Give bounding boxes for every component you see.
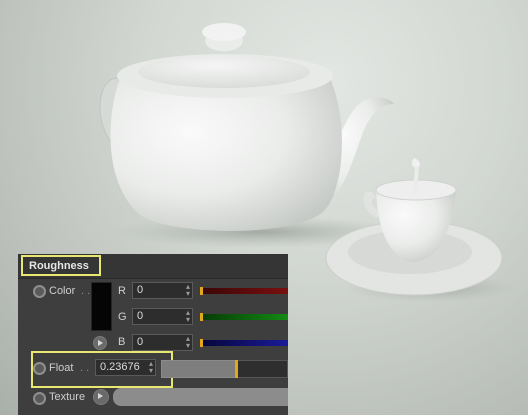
color-texture-play-icon[interactable] <box>93 336 107 350</box>
channel-r-label: R <box>118 285 126 297</box>
channel-b-value: 0 <box>137 336 144 348</box>
texture-play-icon[interactable] <box>93 389 109 405</box>
float-radio[interactable] <box>33 362 46 375</box>
teapot <box>99 23 394 231</box>
channel-b-slider-knob[interactable] <box>200 339 203 347</box>
channel-b-label: B <box>118 336 126 348</box>
texture-radio[interactable] <box>33 392 46 405</box>
channel-r-input[interactable]: 0 ▴ ▾ <box>132 282 193 299</box>
channel-r-slider-knob[interactable] <box>200 287 203 295</box>
spinner-icon[interactable]: ▴ ▾ <box>149 360 153 375</box>
spinner-icon[interactable]: ▴ ▾ <box>186 335 190 350</box>
channel-g-slider-knob[interactable] <box>200 313 203 321</box>
channel-g-slider[interactable] <box>200 314 288 320</box>
float-label: Float <box>49 362 74 374</box>
float-input[interactable]: 0.23676 ▴ ▾ <box>95 359 156 376</box>
spinner-icon[interactable]: ▴ ▾ <box>186 283 190 298</box>
texture-label: Texture <box>49 391 86 403</box>
channel-b-input[interactable]: 0 ▴ ▾ <box>132 334 193 351</box>
channel-b-slider[interactable] <box>200 340 288 346</box>
color-radio[interactable] <box>33 285 46 298</box>
color-swatch[interactable] <box>91 282 112 331</box>
spinner-icon[interactable]: ▴ ▾ <box>186 309 190 324</box>
float-slider-fill <box>161 360 237 378</box>
roughness-attribute-panel: Roughness Color . . R 0 ▴ ▾ G 0 ▴ ▾ B 0 ▴ ▾… <box>18 254 288 415</box>
channel-g-label: G <box>118 311 127 323</box>
texture-slot[interactable] <box>113 388 288 406</box>
channel-g-value: 0 <box>137 310 144 322</box>
color-label: Color <box>49 285 76 297</box>
panel-title: Roughness <box>29 260 89 272</box>
channel-g-input[interactable]: 0 ▴ ▾ <box>132 308 193 325</box>
channel-r-slider[interactable] <box>200 288 288 294</box>
float-slider-knob[interactable] <box>235 360 238 378</box>
float-value: 0.23676 <box>100 361 140 373</box>
channel-r-value: 0 <box>137 284 144 296</box>
color-label-dots: . . <box>81 285 91 297</box>
float-label-dots: . . <box>80 362 90 374</box>
